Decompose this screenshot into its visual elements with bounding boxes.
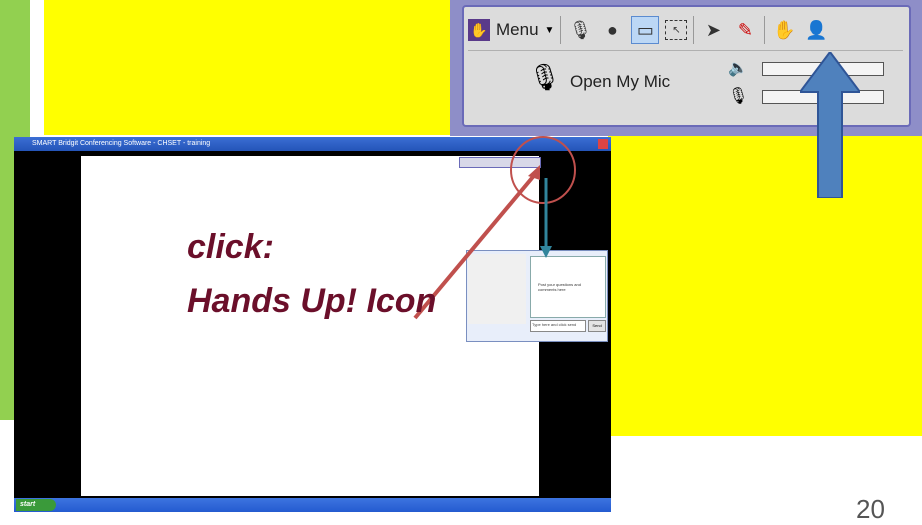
instruction-line-2: Hands Up! Icon: [187, 282, 437, 320]
slide-page-number: 20: [856, 494, 885, 524]
blue-arrow: [800, 52, 860, 198]
instruction-line-1: click:: [187, 228, 274, 266]
blue-arrow-shape: [800, 52, 860, 198]
teal-arrow-head: [540, 246, 552, 258]
annotation-arrows: [413, 136, 576, 320]
